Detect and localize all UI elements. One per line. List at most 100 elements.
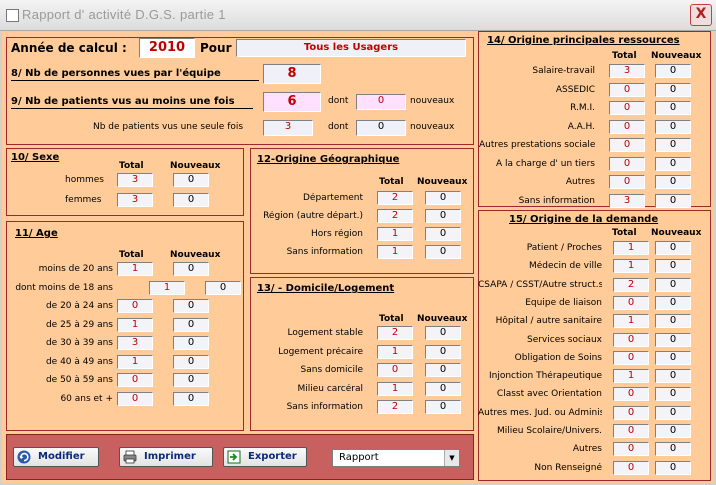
- demande-total-field[interactable]: 0: [613, 387, 649, 402]
- age-total-field[interactable]: 1: [149, 280, 185, 295]
- sexe-total-field[interactable]: 3: [117, 173, 153, 187]
- age-new-field[interactable]: 0: [173, 373, 209, 387]
- demande-new-field[interactable]: 0: [655, 241, 691, 255]
- age-new-field[interactable]: 0: [173, 336, 209, 350]
- domicile-total-field[interactable]: 2: [377, 326, 413, 340]
- domicile-new-field[interactable]: 0: [425, 400, 461, 414]
- ressources-total-field[interactable]: 0: [609, 119, 645, 134]
- demande-new-field[interactable]: 0: [655, 314, 691, 329]
- demande-total-field[interactable]: 0: [613, 295, 649, 310]
- domicile-total-field[interactable]: 1: [377, 344, 413, 359]
- demande-total-field[interactable]: 0: [613, 442, 649, 457]
- q8-field[interactable]: 8: [263, 64, 321, 84]
- close-button[interactable]: X: [690, 4, 712, 26]
- once-field[interactable]: 3: [263, 120, 313, 136]
- domicile-new-field[interactable]: 0: [425, 381, 461, 396]
- ressources-new-field[interactable]: 0: [655, 193, 691, 208]
- demande-new-field[interactable]: 0: [655, 387, 691, 402]
- demande-row-label: Services sociaux: [526, 334, 602, 345]
- modifier-button[interactable]: Modifier: [13, 447, 99, 467]
- age-new-field[interactable]: 0: [205, 280, 241, 295]
- domicile-new-field[interactable]: 0: [425, 363, 461, 377]
- report-form: Année de calcul : 2010 Pour Tous les Usa…: [2, 31, 714, 483]
- usagers-field[interactable]: Tous les Usagers: [236, 39, 466, 57]
- geo-new-field[interactable]: 0: [425, 227, 461, 241]
- geo-new-field[interactable]: 0: [425, 191, 461, 205]
- demande-total-field[interactable]: 1: [613, 241, 649, 255]
- age-total-field[interactable]: 0: [117, 391, 153, 406]
- q9-new-field[interactable]: 0: [356, 94, 406, 110]
- once-new-field[interactable]: 0: [356, 120, 406, 136]
- demande-new-field[interactable]: 0: [655, 460, 691, 475]
- age-new-field[interactable]: 0: [173, 262, 209, 276]
- demande-total-field[interactable]: 0: [613, 405, 649, 420]
- geo-new-field[interactable]: 0: [425, 245, 461, 259]
- demande-total-field[interactable]: 0: [613, 332, 649, 347]
- sexe-new-field[interactable]: 0: [173, 173, 209, 187]
- domicile-new-field[interactable]: 0: [425, 326, 461, 340]
- domicile-row-label: Logement précaire: [278, 346, 363, 357]
- geo-total-field[interactable]: 1: [377, 245, 413, 259]
- chevron-down-icon[interactable]: ▼: [444, 450, 459, 466]
- domicile-total-field[interactable]: 0: [377, 363, 413, 377]
- age-total-field[interactable]: 1: [117, 354, 153, 369]
- ressources-total-field[interactable]: 3: [609, 64, 645, 78]
- age-new-field[interactable]: 0: [173, 299, 209, 313]
- demande-new-field[interactable]: 0: [655, 424, 691, 438]
- demande-new-field[interactable]: 0: [655, 405, 691, 420]
- demande-total-field[interactable]: 1: [613, 314, 649, 329]
- geo-total-field[interactable]: 2: [377, 209, 413, 223]
- demande-total-field[interactable]: 1: [613, 369, 649, 384]
- demande-new-field[interactable]: 0: [655, 295, 691, 310]
- demande-total-field[interactable]: 0: [613, 460, 649, 475]
- geo-total-field[interactable]: 2: [377, 191, 413, 205]
- ressources-new-field[interactable]: 0: [655, 101, 691, 115]
- age-new-field[interactable]: 0: [173, 354, 209, 369]
- demande-new-field[interactable]: 0: [655, 442, 691, 457]
- ressources-new-field[interactable]: 0: [655, 156, 691, 171]
- age-total-field[interactable]: 0: [117, 373, 153, 387]
- age-new-field[interactable]: 0: [173, 317, 209, 332]
- ressources-new-field[interactable]: 0: [655, 138, 691, 152]
- q9-field[interactable]: 6: [263, 92, 321, 112]
- report-select[interactable]: Rapport ▼: [332, 449, 460, 467]
- imprimer-button[interactable]: Imprimer: [119, 447, 213, 467]
- ressources-total-field[interactable]: 0: [609, 82, 645, 97]
- ressources-new-field[interactable]: 0: [655, 64, 691, 78]
- demande-total-field[interactable]: 1: [613, 259, 649, 274]
- ressources-new-field[interactable]: 0: [655, 175, 691, 189]
- demande-total-field[interactable]: 0: [613, 424, 649, 438]
- ressources-new-field[interactable]: 0: [655, 82, 691, 97]
- demande-new-field[interactable]: 0: [655, 350, 691, 365]
- age-new-field[interactable]: 0: [173, 391, 209, 406]
- age-total-field[interactable]: 3: [117, 336, 153, 350]
- window-icon: [6, 9, 19, 22]
- age-total-field[interactable]: 1: [117, 317, 153, 332]
- age-total-field[interactable]: 0: [117, 299, 153, 313]
- year-label: Année de calcul :: [11, 41, 127, 55]
- domicile-new-field[interactable]: 0: [425, 344, 461, 359]
- ressources-total-field[interactable]: 3: [609, 193, 645, 208]
- demande-new-field[interactable]: 0: [655, 259, 691, 274]
- ressources-total-field[interactable]: 0: [609, 138, 645, 152]
- age-total-field[interactable]: 1: [117, 262, 153, 276]
- ressources-row-label: Autres prestations sociales: [479, 140, 595, 150]
- ressources-total-field[interactable]: 0: [609, 156, 645, 171]
- ressources-total-field[interactable]: 0: [609, 101, 645, 115]
- year-field[interactable]: 2010: [139, 38, 195, 58]
- demande-total-field[interactable]: 0: [613, 350, 649, 365]
- domicile-total-field[interactable]: 2: [377, 400, 413, 414]
- domicile-total-field[interactable]: 1: [377, 381, 413, 396]
- geo-new-field[interactable]: 0: [425, 209, 461, 223]
- demande-total-field[interactable]: 2: [613, 277, 649, 292]
- geo-total-field[interactable]: 1: [377, 227, 413, 241]
- ressources-total-field[interactable]: 0: [609, 175, 645, 189]
- domicile-row-label: Milieu carcéral: [297, 383, 363, 394]
- exporter-button[interactable]: Exporter: [223, 447, 307, 467]
- sexe-new-field[interactable]: 0: [173, 193, 209, 207]
- demande-new-field[interactable]: 0: [655, 332, 691, 347]
- demande-new-field[interactable]: 0: [655, 277, 691, 292]
- ressources-new-field[interactable]: 0: [655, 119, 691, 134]
- demande-new-field[interactable]: 0: [655, 369, 691, 384]
- sexe-total-field[interactable]: 3: [117, 193, 153, 207]
